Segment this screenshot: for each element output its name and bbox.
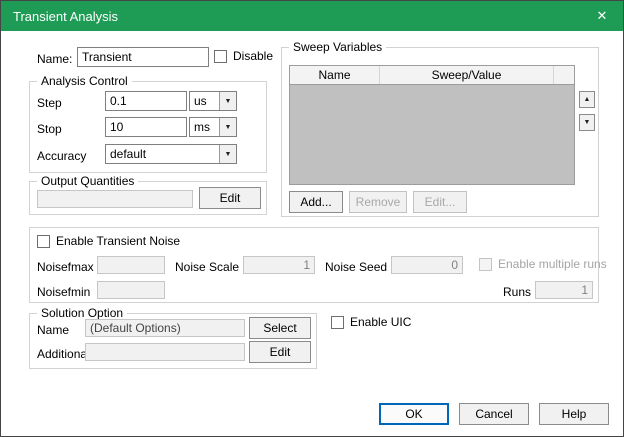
solution-name-input bbox=[85, 319, 245, 337]
disable-checkbox-label: Disable bbox=[233, 49, 274, 63]
runs-label: Runs bbox=[503, 285, 532, 299]
noise-seed-input bbox=[391, 256, 463, 274]
noisefmax-input bbox=[97, 256, 165, 274]
solution-option-title: Solution Option bbox=[37, 306, 128, 320]
column-header-spacer bbox=[554, 66, 574, 84]
name-input[interactable] bbox=[77, 47, 209, 67]
enable-uic-checkbox-box bbox=[331, 315, 344, 329]
close-icon[interactable]: ✕ bbox=[581, 1, 623, 31]
enable-multiple-runs-checkbox-box bbox=[479, 257, 492, 271]
move-down-button[interactable]: ▼ bbox=[579, 114, 595, 131]
stop-label: Stop bbox=[37, 122, 62, 136]
solution-name-label: Name bbox=[37, 323, 70, 337]
stop-unit-combo[interactable]: ms ▼ bbox=[189, 117, 237, 137]
sweep-edit-button: Edit... bbox=[413, 191, 467, 213]
solution-edit-button[interactable]: Edit bbox=[249, 341, 311, 363]
step-unit-value: us bbox=[194, 94, 207, 108]
runs-input bbox=[535, 281, 593, 299]
disable-checkbox-box bbox=[214, 49, 227, 63]
move-up-button[interactable]: ▲ bbox=[579, 91, 595, 108]
sweep-variables-title: Sweep Variables bbox=[289, 40, 387, 54]
noise-scale-input bbox=[243, 256, 315, 274]
stop-unit-value: ms bbox=[194, 120, 210, 134]
accuracy-label: Accuracy bbox=[37, 149, 87, 163]
noisefmin-input bbox=[97, 281, 165, 299]
noise-seed-label: Noise Seed bbox=[325, 260, 388, 274]
arrow-up-icon: ▲ bbox=[583, 96, 591, 103]
sweep-variables-table: Name Sweep/Value bbox=[289, 65, 575, 185]
solution-additional-label: Additional bbox=[37, 347, 90, 361]
sweep-variables-header: Name Sweep/Value bbox=[290, 66, 574, 85]
window-title: Transient Analysis bbox=[13, 8, 119, 24]
column-header-name: Name bbox=[290, 66, 380, 84]
enable-uic-checkbox[interactable]: Enable UIC bbox=[331, 315, 411, 329]
stop-input[interactable] bbox=[105, 117, 187, 137]
solution-additional-input bbox=[85, 343, 245, 361]
transient-analysis-dialog: Transient Analysis ✕ Name: Disable Analy… bbox=[0, 0, 624, 437]
enable-uic-label: Enable UIC bbox=[350, 315, 412, 329]
column-header-sweep-value: Sweep/Value bbox=[380, 66, 554, 84]
noisefmax-label: Noisefmax bbox=[37, 260, 94, 274]
output-quantities-title: Output Quantities bbox=[37, 174, 139, 188]
arrow-down-icon: ▼ bbox=[583, 119, 591, 126]
step-label: Step bbox=[37, 96, 62, 110]
accuracy-value: default bbox=[110, 147, 147, 161]
accuracy-combo[interactable]: default ▼ bbox=[105, 144, 237, 164]
sweep-remove-button: Remove bbox=[349, 191, 407, 213]
close-glyph: ✕ bbox=[596, 8, 608, 23]
sweep-variables-list[interactable] bbox=[290, 85, 574, 184]
noisefmin-label: Noisefmin bbox=[37, 285, 91, 299]
chevron-down-icon[interactable]: ▼ bbox=[219, 92, 236, 110]
sweep-add-button[interactable]: Add... bbox=[289, 191, 343, 213]
enable-transient-noise-checkbox-box bbox=[37, 234, 50, 248]
output-quantities-input bbox=[37, 190, 193, 208]
name-label: Name: bbox=[37, 52, 73, 66]
cancel-button[interactable]: Cancel bbox=[459, 403, 529, 425]
enable-transient-noise-checkbox[interactable]: Enable Transient Noise bbox=[37, 234, 180, 248]
step-unit-combo[interactable]: us ▼ bbox=[189, 91, 237, 111]
solution-select-button[interactable]: Select bbox=[249, 317, 311, 339]
ok-button[interactable]: OK bbox=[379, 403, 449, 425]
output-quantities-edit-button[interactable]: Edit bbox=[199, 187, 261, 209]
help-button[interactable]: Help bbox=[539, 403, 609, 425]
chevron-down-icon[interactable]: ▼ bbox=[219, 145, 236, 163]
disable-checkbox[interactable]: Disable bbox=[214, 49, 273, 63]
noise-scale-label: Noise Scale bbox=[175, 260, 240, 274]
enable-transient-noise-label: Enable Transient Noise bbox=[56, 234, 181, 248]
enable-multiple-runs-label: Enable multiple runs bbox=[498, 257, 607, 271]
enable-multiple-runs-checkbox: Enable multiple runs bbox=[479, 257, 607, 271]
analysis-control-title: Analysis Control bbox=[37, 74, 132, 88]
chevron-down-icon[interactable]: ▼ bbox=[219, 118, 236, 136]
step-input[interactable] bbox=[105, 91, 187, 111]
titlebar: Transient Analysis bbox=[1, 1, 623, 31]
